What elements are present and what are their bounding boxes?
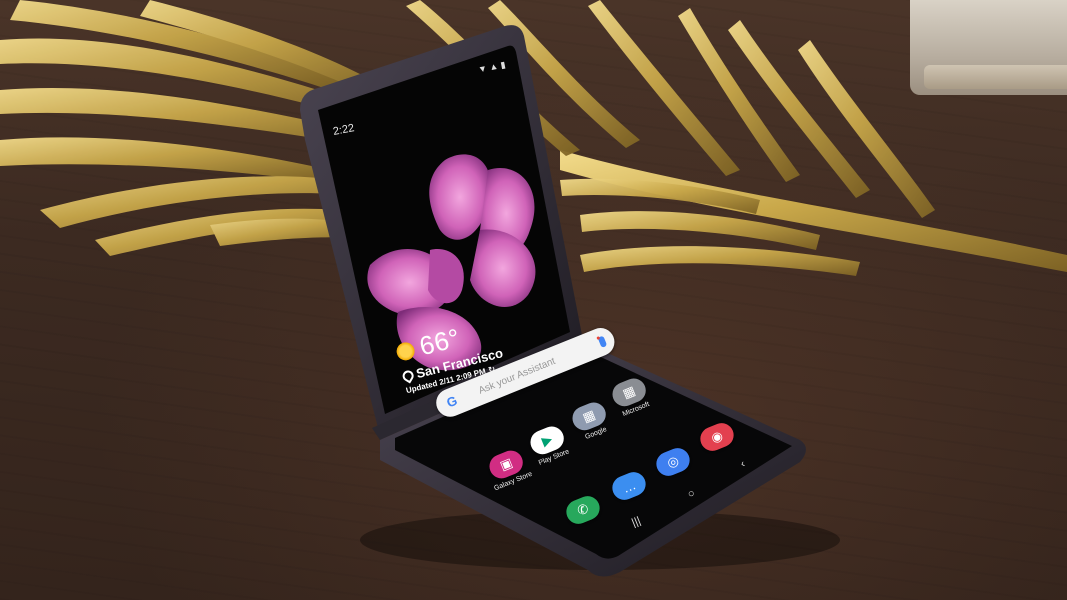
foldable-phone xyxy=(300,25,840,577)
location-pin-icon xyxy=(400,368,416,384)
google-g-icon: G xyxy=(444,392,460,411)
sun-icon xyxy=(394,339,417,362)
photo-scene: 2:22 ▼ ▲ ▮ 66° San Francisco Updated 2/1… xyxy=(0,0,1067,600)
